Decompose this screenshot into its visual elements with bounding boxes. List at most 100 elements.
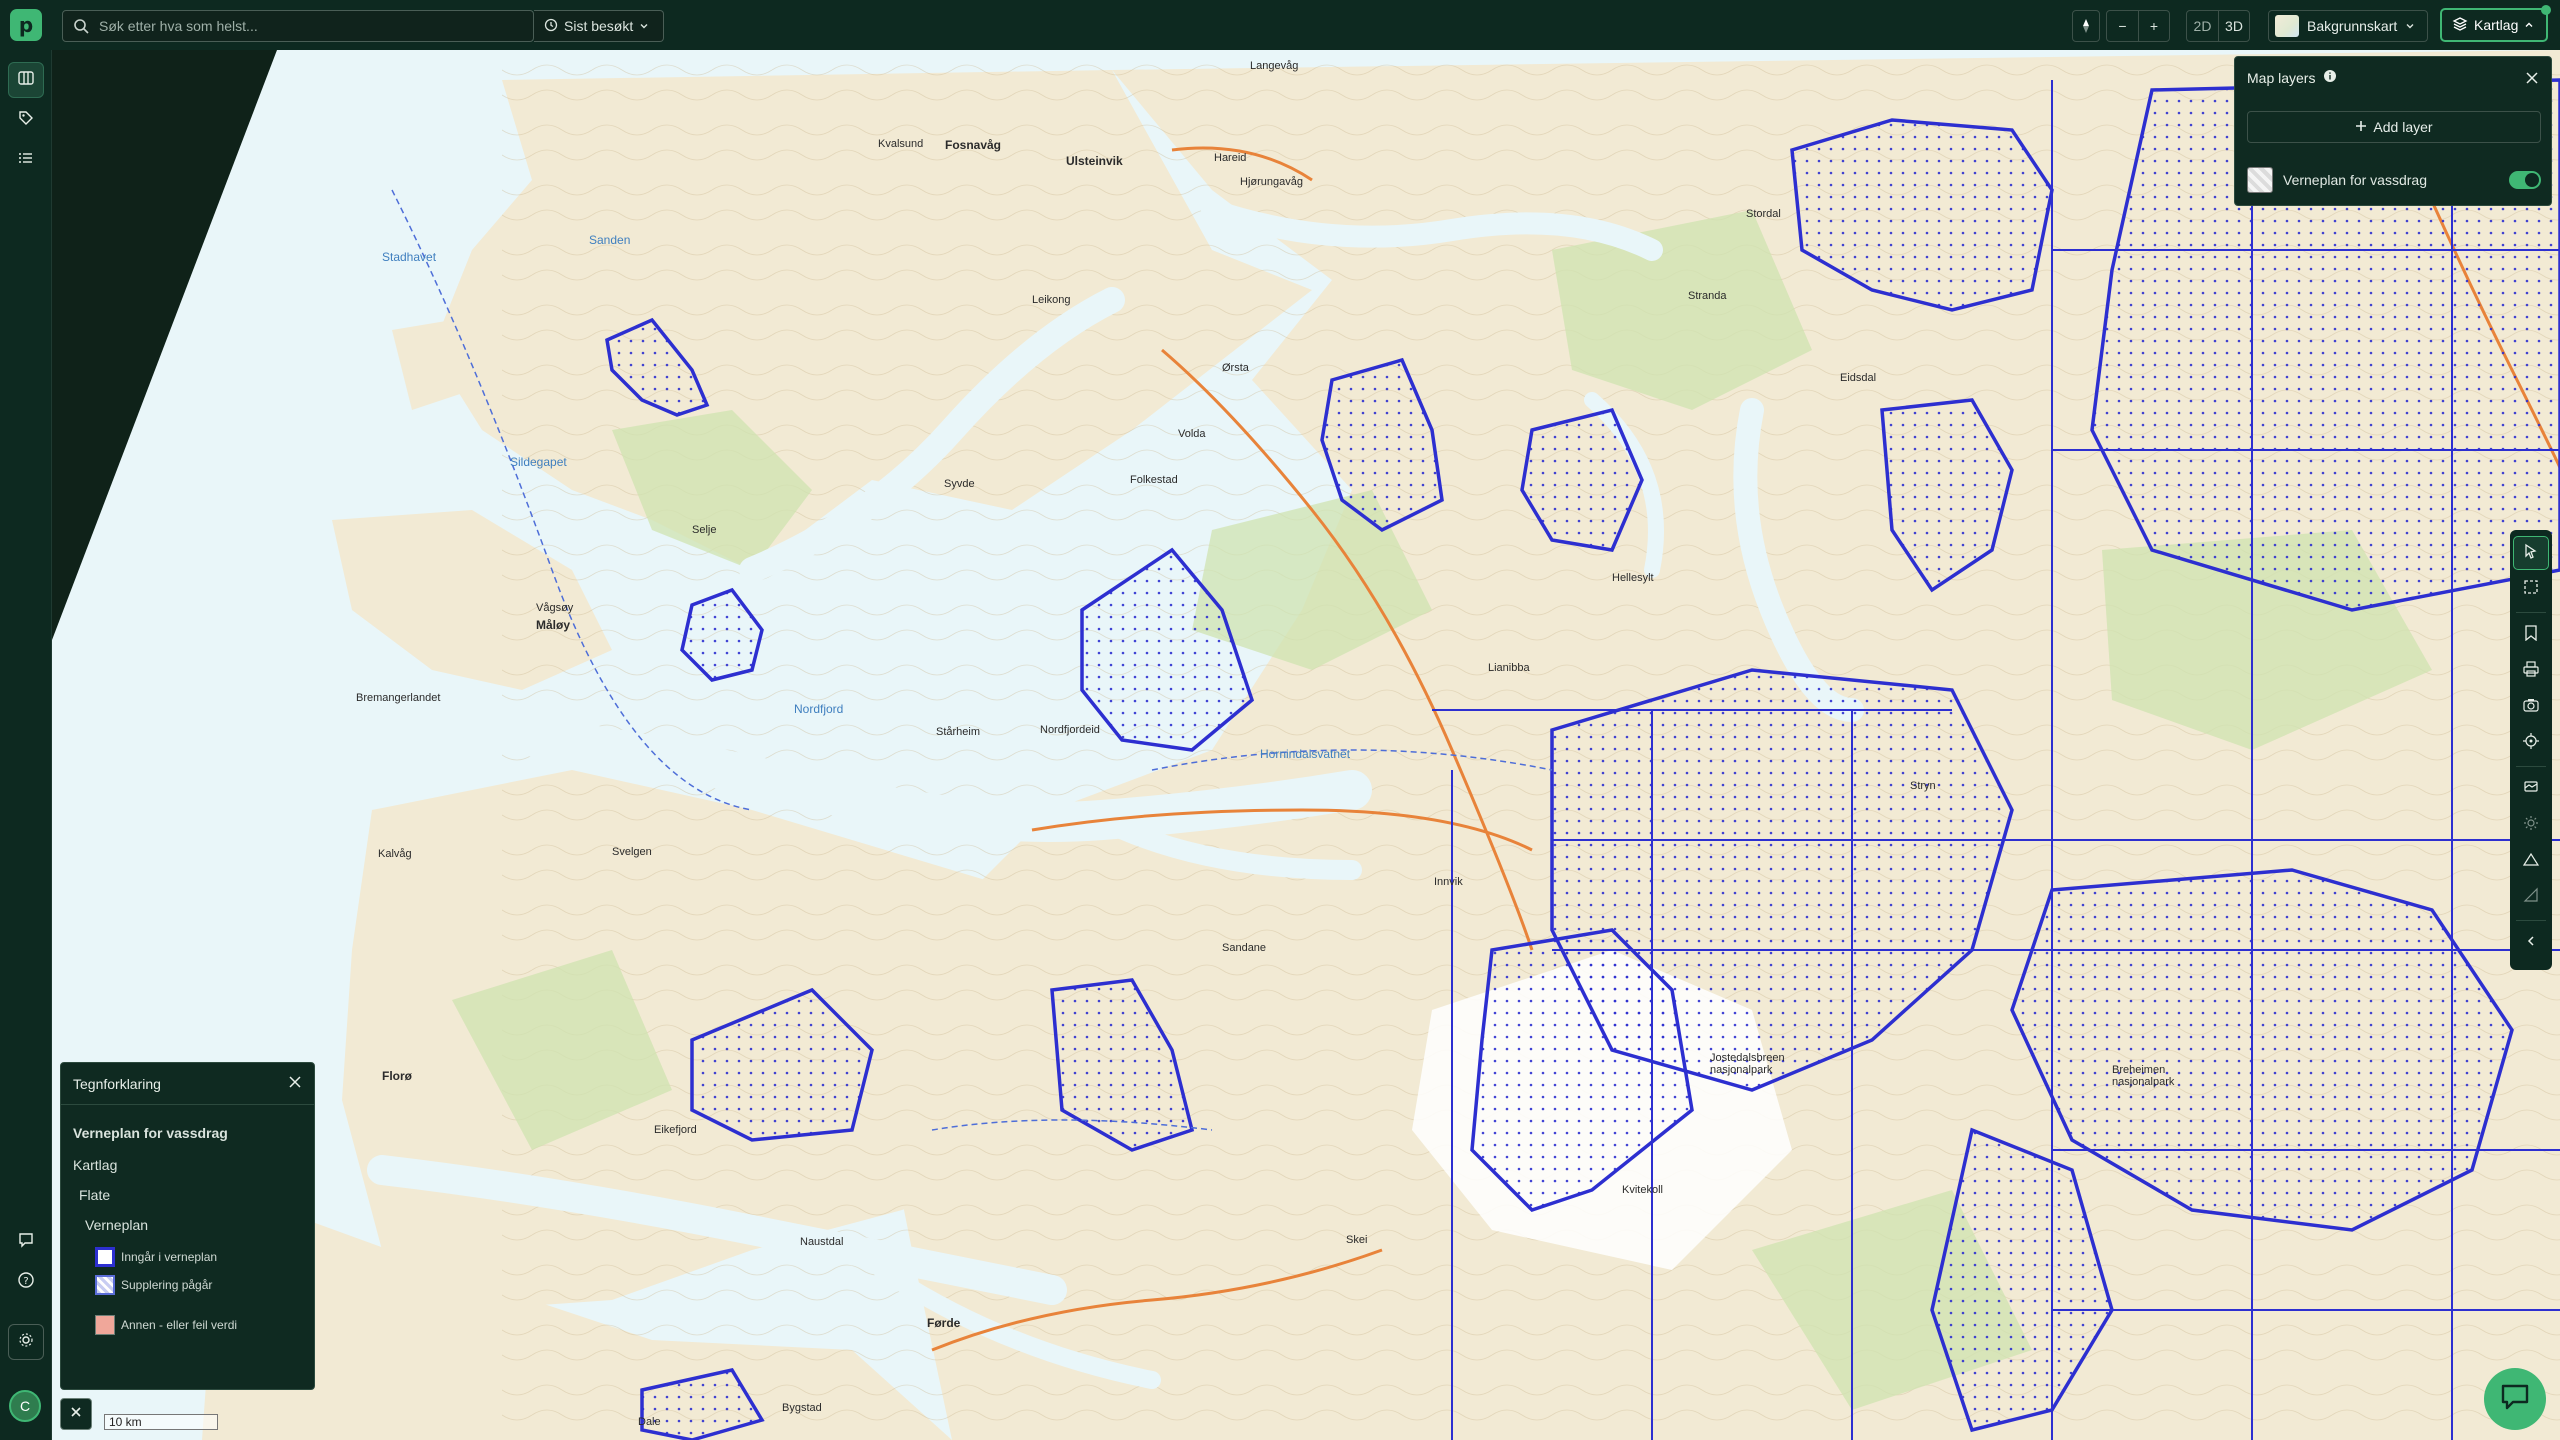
map-label: Folkestad <box>1130 474 1178 486</box>
map-label: Nordfjord <box>794 702 844 716</box>
map-label: Stordal <box>1746 208 1781 220</box>
active-badge <box>2541 5 2551 15</box>
map-label: Breheimen nasjonalpark <box>2112 1064 2175 1088</box>
map-label: Kvalsund <box>878 138 924 150</box>
right-tool-rail <box>2510 530 2552 970</box>
list-button[interactable] <box>8 142 44 178</box>
light-button[interactable] <box>2513 808 2549 842</box>
map-label: Volda <box>1178 428 1206 440</box>
basemap-selector[interactable]: Bakgrunnskart <box>2268 10 2428 42</box>
chevron-up-icon <box>2524 17 2534 33</box>
chat-icon <box>2500 1383 2530 1416</box>
area-select-button[interactable] <box>2513 572 2549 606</box>
map-label: Stadhavet <box>382 250 437 264</box>
zoom-in-button[interactable]: + <box>2137 11 2169 41</box>
basemap-label: Bakgrunnskart <box>2307 18 2398 34</box>
map-label: Kalvåg <box>378 848 412 860</box>
search-box[interactable] <box>62 10 534 42</box>
map-label: Svelgen <box>612 846 652 858</box>
legend-item-label: Annen - eller feil verdi <box>121 1318 238 1332</box>
map-label: Innvik <box>1434 876 1463 888</box>
map-label: Førde <box>927 1316 961 1330</box>
map-label: Skei <box>1346 1234 1368 1246</box>
map-panel-button[interactable] <box>8 62 44 98</box>
map-stack-icon <box>2523 779 2539 800</box>
info-icon[interactable] <box>2323 69 2337 86</box>
recently-visited-dropdown[interactable]: Sist besøkt <box>534 10 664 42</box>
map-label: Hareid <box>1214 152 1247 164</box>
dashed-rectangle-icon <box>2523 579 2539 600</box>
chat-button[interactable] <box>2484 1368 2546 1430</box>
map-label: Dale <box>638 1416 661 1428</box>
terrain-button[interactable] <box>2513 844 2549 878</box>
close-legend-button[interactable] <box>60 1398 92 1430</box>
layer-visibility-toggle[interactable] <box>2509 171 2541 189</box>
legend-swatch <box>95 1247 115 1267</box>
user-avatar[interactable]: C <box>9 1390 41 1422</box>
print-button[interactable] <box>2513 654 2549 688</box>
map-label: Ørsta <box>1222 362 1249 374</box>
legend-header: Tegnforklaring <box>61 1063 314 1105</box>
map-label: Sildegapet <box>510 455 567 469</box>
map-label: Syvde <box>944 478 975 490</box>
select-tool-button[interactable] <box>2513 536 2549 570</box>
scale-bar: 10 km <box>104 1414 218 1430</box>
list-icon <box>17 149 35 172</box>
tags-button[interactable] <box>8 102 44 138</box>
printer-icon <box>2523 660 2539 682</box>
map-label: Jostedalsbreen nasjonalpark <box>1710 1052 1785 1076</box>
chevron-left-icon <box>2525 934 2537 952</box>
camera-icon <box>2523 697 2539 718</box>
settings-button[interactable] <box>8 1324 44 1360</box>
mode-2d-button[interactable]: 2D <box>2187 11 2218 41</box>
map-label: Vågsøy <box>536 602 574 614</box>
mode-3d-button[interactable]: 3D <box>2217 11 2249 41</box>
zoom-controls: − + <box>2106 10 2170 42</box>
help-button[interactable]: ? <box>8 1264 44 1300</box>
legend-subgroup: Flate <box>79 1187 111 1203</box>
layers-panel-header: Map layers <box>2247 69 2337 86</box>
measure-button[interactable] <box>2513 880 2549 914</box>
feedback-button[interactable] <box>8 1224 44 1260</box>
layer-item-label: Verneplan for vassdrag <box>2283 172 2427 188</box>
zoom-out-button[interactable]: − <box>2107 11 2138 41</box>
map-label: Bygstad <box>782 1402 822 1414</box>
map-label: Måløy <box>536 618 571 632</box>
map-export-button[interactable] <box>2513 772 2549 806</box>
layers-label: Kartlag <box>2474 17 2519 33</box>
map-label: Eidsdal <box>1840 372 1877 384</box>
close-icon[interactable] <box>288 1075 302 1092</box>
map-label: Naustdal <box>800 1236 844 1248</box>
collapse-rail-button[interactable] <box>2513 926 2549 960</box>
map-label: Stryn <box>1910 780 1936 792</box>
recently-visited-label: Sist besøkt <box>564 18 634 34</box>
compass-icon[interactable] <box>2073 11 2099 41</box>
map-canvas[interactable]: Fosnavåg Ulsteinvik Måløy Florø Førde St… <box>52 50 2560 1440</box>
locate-button[interactable] <box>2513 726 2549 760</box>
clock-icon <box>544 18 558 35</box>
view-mode-toggle: 2D 3D <box>2186 10 2250 42</box>
plus-icon <box>2355 119 2367 135</box>
ruler-icon <box>2523 887 2539 908</box>
map-label: Nordfjordeid <box>1040 724 1100 736</box>
crosshair-icon <box>2523 732 2539 754</box>
map-label: Ulsteinvik <box>1066 154 1123 168</box>
search-input[interactable] <box>99 18 533 34</box>
divider <box>2516 766 2546 767</box>
close-icon <box>70 1405 82 1423</box>
layer-item: Verneplan for vassdrag <box>2247 163 2541 197</box>
bookmark-button[interactable] <box>2513 618 2549 652</box>
layers-button[interactable]: Kartlag <box>2440 5 2551 42</box>
divider <box>2516 920 2546 921</box>
map-label: Sandane <box>1222 942 1267 954</box>
legend-layer-name: Verneplan for vassdrag <box>73 1125 228 1141</box>
map-label: Hjørungavåg <box>1240 176 1303 188</box>
add-layer-button[interactable]: Add layer <box>2247 111 2541 143</box>
close-icon[interactable] <box>2525 71 2539 90</box>
legend-category: Verneplan <box>85 1217 149 1233</box>
screenshot-button[interactable] <box>2513 690 2549 724</box>
sun-icon <box>2523 815 2539 836</box>
app-logo[interactable]: p <box>10 9 42 41</box>
svg-text:?: ? <box>23 1276 28 1287</box>
map-label: Hornindalsvatnet <box>1260 747 1351 761</box>
